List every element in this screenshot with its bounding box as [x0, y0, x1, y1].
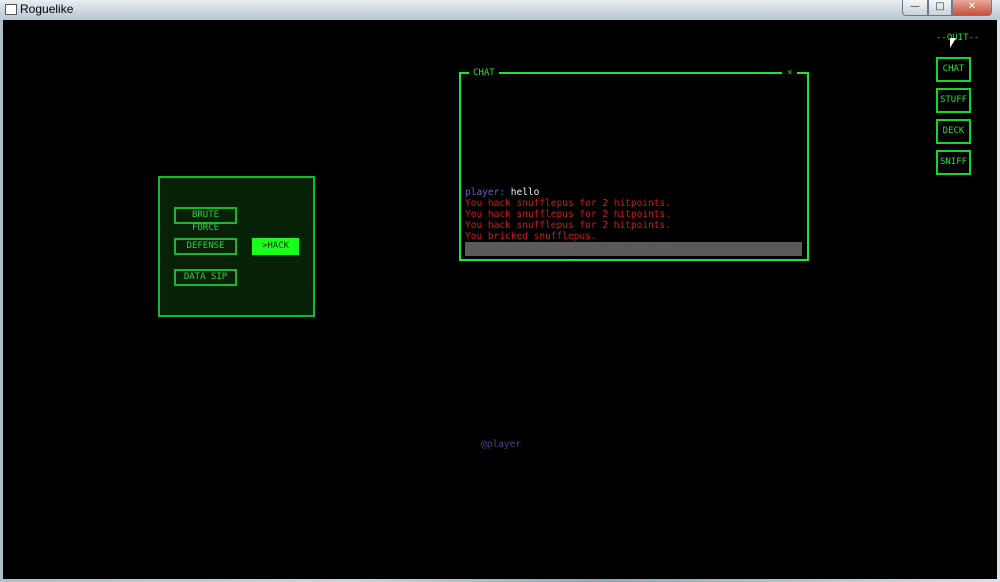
- maximize-button[interactable]: □: [928, 0, 952, 16]
- quit-button[interactable]: --QUIT--: [936, 33, 979, 43]
- chat-close-icon[interactable]: ×: [782, 68, 798, 78]
- brute-force-button[interactable]: BRUTE FORCE: [174, 207, 237, 233]
- deck-menu-button[interactable]: DECK: [936, 119, 971, 144]
- app-window-icon: [5, 4, 17, 15]
- combat-log-line: You hack snufflepus for 2 hitpoints.: [465, 209, 671, 220]
- chat-message-text: hello: [505, 187, 540, 198]
- window-title: Roguelike: [20, 2, 74, 16]
- player-character: @player: [481, 439, 522, 450]
- sniff-menu-button[interactable]: SNIFF: [936, 150, 971, 175]
- data-sip-button[interactable]: DATA SIP: [174, 269, 237, 286]
- action-panel: BRUTE FORCE DEFENSE >HACK DATA SIP: [158, 176, 315, 317]
- chat-header: CHAT ×: [459, 66, 809, 80]
- combat-log-line: You hack snufflepus for 2 hitpoints.: [465, 198, 671, 209]
- chat-message: player: hello: [465, 187, 671, 198]
- chat-input[interactable]: [465, 242, 802, 256]
- window-titlebar: Roguelike — □ ✕: [0, 0, 1000, 20]
- chat-menu-button[interactable]: CHAT: [936, 57, 971, 82]
- combat-log-line: You bricked snufflepus.: [465, 231, 597, 242]
- chat-speaker: player:: [465, 187, 506, 198]
- defense-button[interactable]: DEFENSE: [174, 238, 237, 255]
- hack-button[interactable]: >HACK: [252, 238, 299, 255]
- close-window-button[interactable]: ✕: [952, 0, 992, 16]
- minimize-button[interactable]: —: [902, 0, 928, 16]
- combat-log-line: You hack snufflepus for 2 hitpoints.: [465, 220, 671, 231]
- stuff-menu-button[interactable]: STUFF: [936, 88, 971, 113]
- chat-log: player: hello You hack snufflepus for 2 …: [465, 187, 671, 242]
- chat-title: CHAT: [469, 68, 499, 78]
- window-controls: — □ ✕: [902, 0, 992, 16]
- mouse-cursor-icon: [950, 38, 956, 48]
